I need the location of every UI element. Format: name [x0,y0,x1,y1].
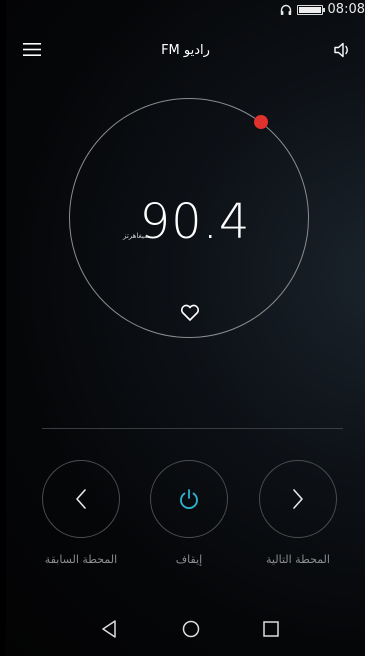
back-triangle-icon[interactable] [99,618,121,640]
next-station-button[interactable] [259,460,337,538]
next-station-label: المحطة التالية [266,553,330,566]
headphones-icon [280,4,291,15]
divider [42,428,343,429]
status-icons: 08:08 [280,2,365,17]
stop-button[interactable] [150,460,228,538]
app-bar: راديو FM [6,38,365,64]
page-title: راديو FM [161,43,210,58]
fm-radio-screen: 08:08 راديو FM 90.4 ميغاهرتز المحطة السا… [6,0,365,656]
chevron-right-icon [293,489,303,509]
tuning-dial[interactable]: 90.4 ميغاهرتز [69,98,309,338]
recents-square-icon[interactable] [260,618,282,640]
chevron-left-icon [76,489,86,509]
speaker-icon[interactable] [333,41,353,59]
frequency-unit: ميغاهرتز [123,232,148,240]
home-circle-icon[interactable] [180,618,202,640]
battery-level [298,6,321,13]
clock: 08:08 [327,2,365,17]
battery-tip [322,7,325,12]
frequency-value: 90.4 [139,194,251,250]
heart-outline-icon[interactable] [180,304,200,322]
power-icon [180,489,198,510]
stop-label: إيقاف [175,553,203,566]
battery-icon [296,4,325,15]
status-bar: 08:08 [6,0,365,20]
system-nav-bar [6,612,365,646]
previous-station-button[interactable] [42,460,120,538]
previous-station-label: المحطة السابقة [44,553,118,566]
